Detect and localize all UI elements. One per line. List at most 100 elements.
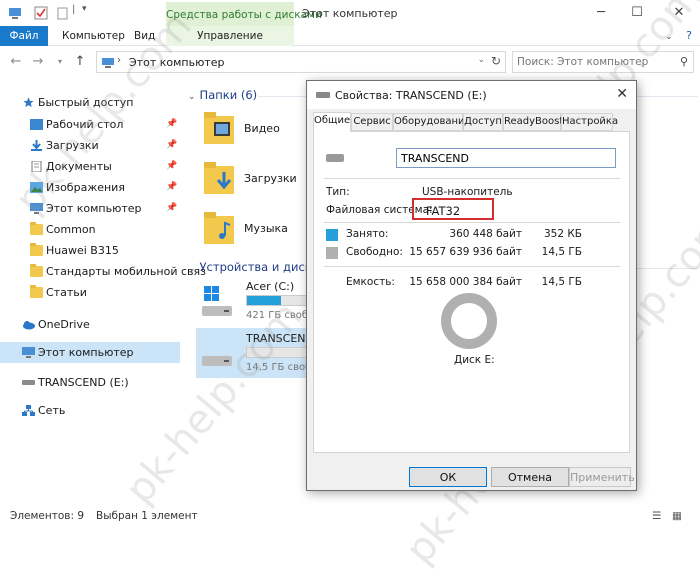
sidebar-item-onedrive[interactable]: OneDrive <box>0 314 180 335</box>
close-button[interactable]: ✕ <box>664 3 694 23</box>
address-bar[interactable]: › Этот компьютер ⌄ ↻ <box>96 51 506 73</box>
folder-icon <box>30 264 43 277</box>
cancel-button[interactable]: Отмена <box>491 467 569 487</box>
sidebar-item-this-pc-pinned[interactable]: Этот компьютер 📌 <box>0 198 180 219</box>
tab-hardware[interactable]: Оборудование <box>393 113 471 131</box>
sidebar-item-label: Сеть <box>38 404 66 417</box>
drive-item-acer-c[interactable]: Acer (C:) 421 ГБ свободно <box>196 276 316 326</box>
sidebar-item-documents[interactable]: Документы 📌 <box>0 156 180 177</box>
usb-drive-icon <box>326 154 344 162</box>
chevron-down-icon[interactable]: ⌄ <box>665 32 673 42</box>
dialog-title: Свойства: TRANSCEND (E:) <box>335 89 487 102</box>
music-folder-icon <box>204 212 234 244</box>
computer-icon <box>30 203 43 214</box>
sidebar-item-label: Статьи <box>46 286 87 299</box>
folder-item-music[interactable]: Музыка <box>200 208 310 252</box>
sidebar-item-downloads[interactable]: Загрузки 📌 <box>0 135 180 156</box>
sidebar-item-label: Этот компьютер <box>46 202 142 215</box>
breadcrumb-separator-icon[interactable]: › <box>117 55 121 66</box>
sidebar-item-this-pc[interactable]: Этот компьютер <box>0 342 180 363</box>
sidebar-item-desktop[interactable]: Рабочий стол 📌 <box>0 114 180 135</box>
general-panel: Тип: USB-накопитель Файловая система: FA… <box>313 131 630 453</box>
folder-item-downloads[interactable]: Загрузки <box>200 158 310 202</box>
drive-free-space: 14,5 ГБ свободно <box>246 362 308 373</box>
new-folder-icon[interactable] <box>56 6 70 20</box>
folder-item-video[interactable]: Видео <box>200 108 310 152</box>
folder-label: Загрузки <box>244 172 297 185</box>
divider <box>324 266 620 267</box>
tab-customize[interactable]: Настройка <box>561 113 618 131</box>
search-box[interactable]: ⚲ <box>512 51 694 73</box>
volume-name-input[interactable] <box>396 148 616 168</box>
chevron-down-icon[interactable]: ⌄ <box>188 264 196 274</box>
tab-file[interactable]: Файл <box>0 26 48 46</box>
ok-button[interactable]: ОК <box>409 467 487 487</box>
chevron-down-icon[interactable]: ⌄ <box>477 55 485 65</box>
free-bytes: 15 657 639 936 байт <box>409 246 522 258</box>
sidebar-item-articles[interactable]: Статьи <box>0 282 180 303</box>
sidebar-item-quick-access[interactable]: Быстрый доступ <box>0 92 180 113</box>
pin-icon[interactable]: 📌 <box>166 135 177 156</box>
properties-check-icon[interactable] <box>34 6 48 20</box>
disk-label: Диск E: <box>454 354 495 366</box>
pin-icon[interactable]: 📌 <box>166 177 177 198</box>
close-icon[interactable]: ✕ <box>616 86 628 102</box>
drive-name: Acer (C:) <box>246 280 295 293</box>
maximize-button[interactable]: ☐ <box>622 3 652 23</box>
sidebar-item-standards[interactable]: Стандарты мобильной связ <box>0 261 206 282</box>
disk-usage-donut <box>441 293 497 349</box>
folder-icon <box>30 243 43 256</box>
picture-icon <box>30 182 43 193</box>
drive-usage-bar <box>246 295 310 306</box>
pin-icon[interactable]: 📌 <box>166 156 177 177</box>
navigation-pane: Быстрый доступ Рабочий стол 📌 Загрузки 📌… <box>0 88 206 498</box>
sidebar-item-common[interactable]: Common <box>0 219 180 240</box>
sidebar-item-pictures[interactable]: Изображения 📌 <box>0 177 180 198</box>
chevron-down-icon[interactable]: ▾ <box>82 4 96 18</box>
drive-item-transcend-e[interactable]: TRANSCEND (E:) 14,5 ГБ свободно <box>196 328 337 378</box>
forward-arrow-icon[interactable]: → <box>30 53 46 71</box>
tab-sharing[interactable]: Доступ <box>463 113 503 131</box>
tab-manage[interactable]: Управление <box>166 26 294 46</box>
sidebar-item-label: Стандарты мобильной связ <box>46 265 206 278</box>
dialog-titlebar: Свойства: TRANSCEND (E:) ✕ <box>307 81 636 109</box>
group-header-folders[interactable]: ⌄ Папки (6) <box>188 88 257 102</box>
status-item-count: Элементов: 9 <box>10 510 85 522</box>
properties-dialog: Свойства: TRANSCEND (E:) ✕ Общие Сервис … <box>306 80 637 491</box>
desktop-icon <box>30 119 43 130</box>
sidebar-item-transcend[interactable]: TRANSCEND (E:) <box>0 372 180 393</box>
details-view-icon[interactable]: ☰ <box>652 510 661 522</box>
pin-icon[interactable]: 📌 <box>166 114 177 135</box>
drive-free-space: 421 ГБ свободно <box>246 310 308 321</box>
sidebar-item-label: Этот компьютер <box>38 346 134 359</box>
search-input[interactable] <box>517 54 667 70</box>
sidebar-item-huawei[interactable]: Huawei B315 <box>0 240 180 261</box>
usb-drive-icon <box>22 380 35 385</box>
tab-readyboost[interactable]: ReadyBoost <box>503 113 563 131</box>
cloud-icon <box>23 321 35 330</box>
recent-chevron-icon[interactable]: ▾ <box>52 53 68 71</box>
up-arrow-icon[interactable]: ↑ <box>72 53 88 71</box>
free-space-swatch <box>326 247 338 259</box>
tab-computer[interactable]: Компьютер <box>62 26 125 46</box>
tiles-view-icon[interactable]: ▦ <box>672 510 682 522</box>
apply-button[interactable]: Применить <box>569 467 635 487</box>
windows-drive-icon <box>202 286 232 316</box>
capacity-size: 14,5 ГБ <box>541 276 582 288</box>
refresh-icon[interactable]: ↻ <box>491 54 501 68</box>
tab-view[interactable]: Вид <box>134 26 155 46</box>
free-size: 14,5 ГБ <box>541 246 582 258</box>
tab-tools[interactable]: Сервис <box>351 113 393 131</box>
folder-label: Видео <box>244 122 280 135</box>
back-arrow-icon[interactable]: ← <box>8 53 24 71</box>
sidebar-item-network[interactable]: Сеть <box>0 400 180 421</box>
download-icon <box>31 140 42 151</box>
drive-usage-fill <box>247 296 282 305</box>
pin-icon[interactable]: 📌 <box>166 198 177 219</box>
tab-general[interactable]: Общие <box>313 112 351 132</box>
breadcrumb[interactable]: Этот компьютер <box>129 56 225 69</box>
used-space-swatch <box>326 229 338 241</box>
minimize-button[interactable]: ─ <box>586 3 616 23</box>
chevron-down-icon[interactable]: ⌄ <box>188 92 196 102</box>
question-icon[interactable]: ? <box>686 29 692 42</box>
